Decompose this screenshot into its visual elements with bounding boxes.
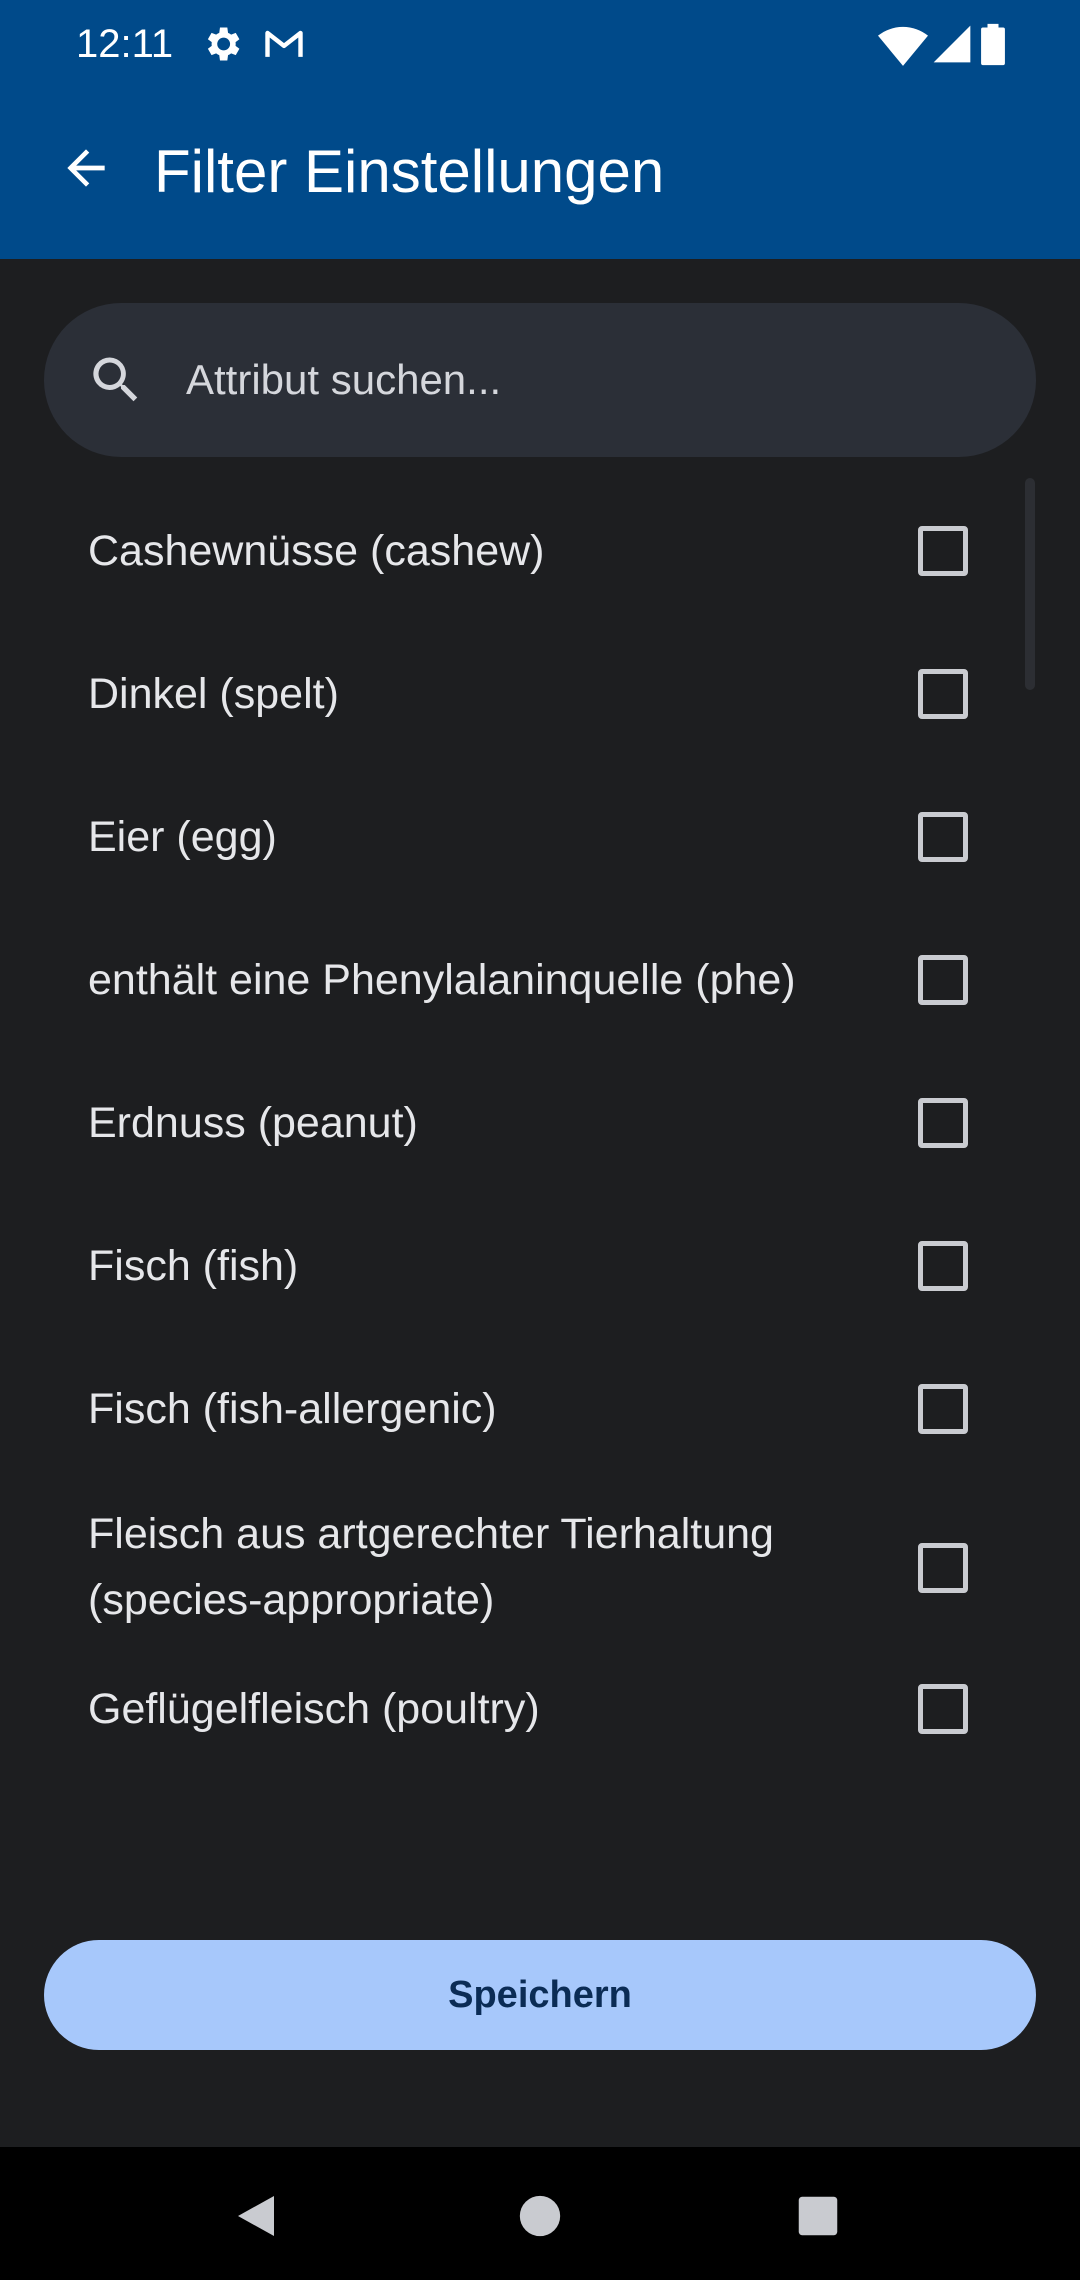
list-item-checkbox[interactable] xyxy=(918,1543,968,1593)
recents-square-icon[interactable] xyxy=(773,2171,863,2261)
list-item-label: Cashewnüsse (cashew) xyxy=(88,527,545,575)
list-item[interactable]: Fleisch aus artgerechter Tierhaltung (sp… xyxy=(0,1481,1030,1656)
signal-icon xyxy=(930,22,974,66)
list-item-label: Fleisch aus artgerechter Tierhaltung (sp… xyxy=(88,1510,774,1624)
back-button[interactable] xyxy=(40,124,132,216)
attribute-list[interactable]: Cashewnüsse (cashew) Dinkel (spelt) Eier… xyxy=(0,480,1080,1780)
list-item[interactable]: Cashewnüsse (cashew) xyxy=(0,480,1030,623)
list-item[interactable]: enthält eine Phenylalaninquelle (phe) xyxy=(0,909,1030,1052)
list-item-label: Fisch (fish) xyxy=(88,1242,299,1290)
list-item[interactable]: Geflügelfleisch (poultry) xyxy=(0,1656,1030,1799)
list-item[interactable]: Erdnuss (peanut) xyxy=(0,1052,1030,1195)
list-item-label: Erdnuss (peanut) xyxy=(88,1099,418,1147)
list-item-checkbox[interactable] xyxy=(918,955,968,1005)
battery-icon xyxy=(978,22,1008,66)
list-scrollbar[interactable] xyxy=(1025,478,1035,690)
list-item[interactable]: Fisch (fish) xyxy=(0,1195,1030,1338)
search-bar[interactable] xyxy=(44,303,1036,457)
arrow-left-icon xyxy=(58,140,114,201)
status-bar: 12:11 xyxy=(0,0,1080,88)
wifi-icon xyxy=(878,22,928,66)
page-title: Filter Einstellungen xyxy=(154,138,665,205)
list-item-checkbox[interactable] xyxy=(918,669,968,719)
list-item-checkbox[interactable] xyxy=(918,1241,968,1291)
app-bar: Filter Einstellungen xyxy=(0,88,1080,259)
gmail-icon xyxy=(262,22,306,66)
list-item-checkbox[interactable] xyxy=(918,1098,968,1148)
save-button[interactable]: Speichern xyxy=(44,1940,1036,2050)
search-input[interactable] xyxy=(186,333,986,427)
list-item-label: Fisch (fish-allergenic) xyxy=(88,1385,497,1433)
status-time: 12:11 xyxy=(76,22,174,66)
home-circle-icon[interactable] xyxy=(495,2171,585,2261)
list-item[interactable]: Fisch (fish-allergenic) xyxy=(0,1338,1030,1481)
list-item-checkbox[interactable] xyxy=(918,526,968,576)
list-item-label: Geflügelfleisch (poultry) xyxy=(88,1685,540,1733)
back-triangle-icon[interactable] xyxy=(213,2171,303,2261)
system-nav-bar xyxy=(0,2147,1080,2280)
search-icon xyxy=(86,350,146,410)
list-item[interactable]: Dinkel (spelt) xyxy=(0,623,1030,766)
list-item-label: Dinkel (spelt) xyxy=(88,670,339,718)
settings-icon xyxy=(200,22,244,66)
list-item-checkbox[interactable] xyxy=(918,1384,968,1434)
list-item-checkbox[interactable] xyxy=(918,1684,968,1734)
list-item[interactable]: Eier (egg) xyxy=(0,766,1030,909)
list-item-label: Eier (egg) xyxy=(88,813,277,861)
list-item-label: enthält eine Phenylalaninquelle (phe) xyxy=(88,956,796,1004)
list-item-checkbox[interactable] xyxy=(918,812,968,862)
